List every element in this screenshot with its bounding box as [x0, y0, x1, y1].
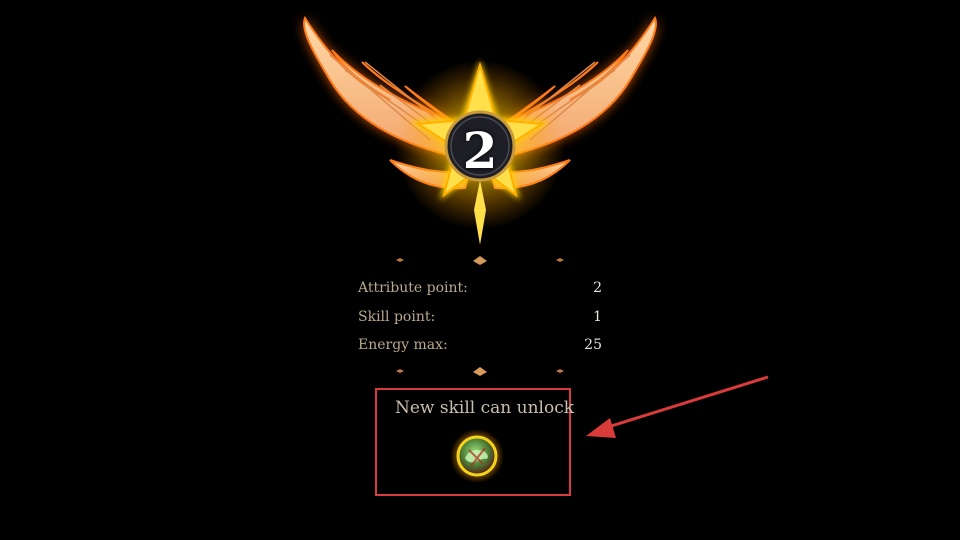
- green-dragon-skill-icon[interactable]: [449, 428, 505, 484]
- pointer-arrow: [586, 375, 769, 438]
- stat-value: 2: [593, 280, 602, 296]
- level-up-stats: Attribute point: 2 Skill point: 1 Energy…: [358, 276, 602, 362]
- level-number: 2: [462, 121, 498, 180]
- stat-row-attribute-point: Attribute point: 2: [358, 276, 602, 305]
- ornament-divider-top: [230, 256, 730, 265]
- stat-row-skill-point: Skill point: 1: [358, 305, 602, 334]
- stat-label: Attribute point:: [358, 280, 468, 296]
- stat-row-energy-max: Energy max: 25: [358, 333, 602, 362]
- stat-value: 25: [584, 337, 602, 353]
- stat-label: Energy max:: [358, 337, 448, 353]
- stat-value: 1: [593, 308, 602, 325]
- stat-label: Skill point:: [358, 308, 436, 325]
- new-skill-unlock-panel: New skill can unlock: [375, 388, 575, 496]
- level-up-screen: 2 Attribute point: 2 Skill point: 1 Ener…: [0, 0, 960, 540]
- unlock-title: New skill can unlock: [395, 398, 575, 418]
